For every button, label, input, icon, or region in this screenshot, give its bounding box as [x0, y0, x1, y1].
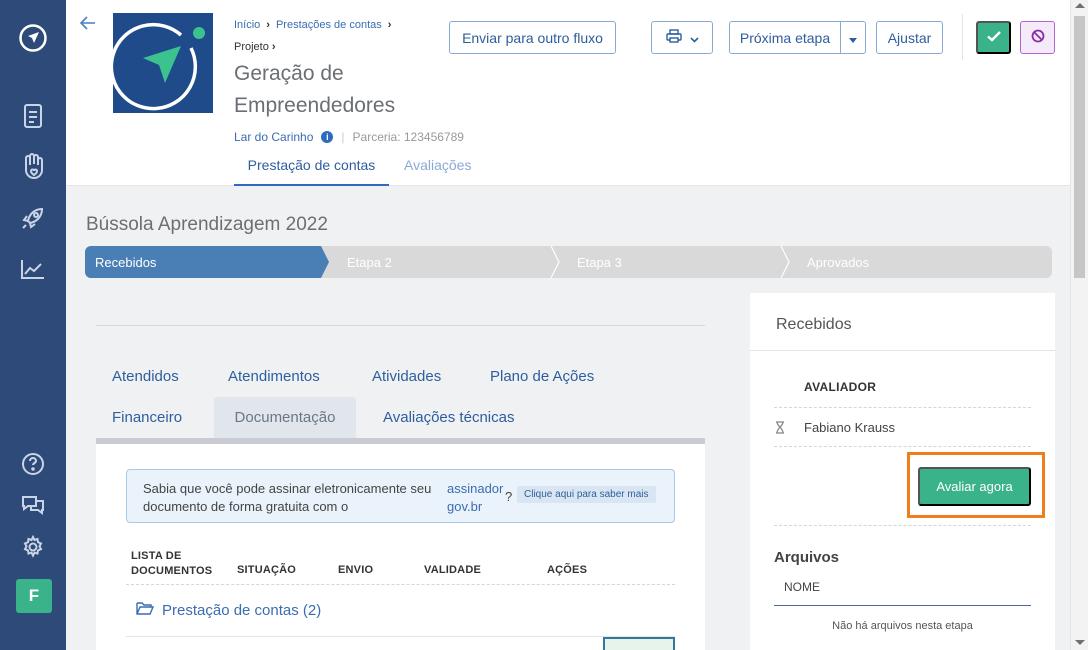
- hand-heart-icon[interactable]: [16, 150, 50, 184]
- files-header-line: [774, 605, 1031, 606]
- avatar[interactable]: F: [16, 579, 52, 613]
- tab-prestacao-de-contas[interactable]: Prestação de contas: [234, 157, 389, 186]
- tab-atendimentos[interactable]: Atendimentos: [228, 368, 320, 385]
- col-envio: ENVIO: [338, 564, 374, 576]
- breadcrumb: Início › Prestações de contas ›: [234, 19, 391, 31]
- panel-divider: [750, 350, 1055, 351]
- scroll-thumb[interactable]: [1074, 16, 1085, 278]
- chart-line-icon[interactable]: [16, 252, 50, 286]
- files-empty-message: Não há arquivos nesta etapa: [832, 620, 973, 632]
- notice-text: Sabia que você pode assinar eletronicame…: [143, 481, 432, 514]
- learn-more-button[interactable]: Clique aqui para saber mais: [517, 486, 656, 503]
- col-lista-documentos: LISTA DE DOCUMENTOS: [131, 550, 213, 577]
- chevron-right-icon: ›: [387, 19, 392, 31]
- evaluator-name: Fabiano Krauss: [804, 420, 896, 435]
- step-aprovados[interactable]: Aprovados: [807, 246, 869, 278]
- signature-notice: Sabia que você pode assinar eletronicame…: [126, 469, 675, 523]
- breadcrumb-home[interactable]: Início: [234, 19, 260, 31]
- breadcrumb-prestacoes[interactable]: Prestações de contas: [276, 19, 382, 31]
- help-icon[interactable]: [16, 447, 50, 481]
- back-arrow-icon[interactable]: [79, 14, 96, 35]
- govbr-link[interactable]: assinador gov.br: [447, 480, 511, 516]
- check-icon: [986, 30, 1001, 45]
- col-situacao: SITUAÇÃO: [237, 564, 297, 576]
- tab-financeiro[interactable]: Financeiro: [112, 409, 182, 426]
- section-title: Bússola Aprendizagem 2022: [86, 214, 328, 235]
- evaluate-now-button[interactable]: Avaliar agora: [918, 467, 1031, 506]
- stage-stepper: Recebidos Etapa 2 Etapa 3 Aprovados: [85, 246, 1052, 278]
- notice-question: ?: [505, 489, 513, 504]
- content-divider: [96, 325, 705, 326]
- table-row-line: [126, 636, 675, 637]
- meta-divider: |: [341, 130, 345, 144]
- evaluator-row-line: [774, 446, 1031, 447]
- send-to-flow-button[interactable]: Enviar para outro fluxo: [449, 21, 616, 54]
- tab-atividades[interactable]: Atividades: [372, 368, 441, 385]
- evaluator-section-line: [774, 525, 1031, 526]
- settings-icon[interactable]: [16, 530, 50, 564]
- evaluator-header: AVALIADOR: [804, 380, 877, 394]
- step-recebidos[interactable]: Recebidos: [95, 246, 156, 278]
- sidebar: F: [0, 0, 66, 650]
- chat-icon[interactable]: [16, 488, 50, 522]
- chevron-down-icon: [689, 30, 699, 46]
- table-header-line: [126, 584, 675, 585]
- scroll-up-icon[interactable]: [1075, 3, 1085, 8]
- tab-documentacao[interactable]: Documentação: [214, 397, 356, 438]
- panel-title: Recebidos: [776, 316, 852, 333]
- page-title: Geração de Empreendedores: [234, 62, 396, 117]
- step-etapa-2[interactable]: Etapa 2: [347, 246, 392, 278]
- folder-open-icon: [136, 601, 155, 619]
- print-button[interactable]: [651, 21, 713, 54]
- files-col-name: NOME: [784, 580, 820, 594]
- partnership-label: Parceria: 123456789: [352, 130, 464, 144]
- project-logo: [113, 13, 213, 113]
- printer-icon: [665, 29, 682, 46]
- stepper-shape: [85, 246, 1052, 278]
- step-etapa-3[interactable]: Etapa 3: [577, 246, 622, 278]
- breadcrumb-sub: Projeto ›: [234, 41, 276, 53]
- chevron-right-icon: ›: [266, 19, 270, 31]
- app-logo-icon[interactable]: [16, 21, 50, 55]
- info-icon[interactable]: i: [321, 131, 334, 143]
- next-stage-dropdown[interactable]: [840, 21, 866, 54]
- chevron-right-icon: ›: [271, 41, 276, 53]
- breadcrumb-project[interactable]: Projeto: [234, 41, 269, 53]
- cancel-button[interactable]: [1020, 21, 1055, 54]
- col-acoes: AÇÕES: [547, 564, 588, 576]
- next-stage-button[interactable]: Próxima etapa: [729, 21, 841, 54]
- tab-atendidos[interactable]: Atendidos: [112, 368, 179, 385]
- folder-row[interactable]: Prestação de contas (2): [136, 601, 321, 619]
- ban-icon: [1031, 29, 1045, 46]
- tab-avaliacoes-tecnicas[interactable]: Avaliações técnicas: [383, 409, 514, 426]
- folder-label: Prestação de contas (2): [162, 601, 322, 619]
- organization-link[interactable]: Lar do Carinho: [234, 130, 313, 144]
- scroll-down-icon[interactable]: [1075, 640, 1085, 645]
- document-icon[interactable]: [16, 99, 50, 133]
- col-validade: VALIDADE: [424, 564, 482, 576]
- adjust-button[interactable]: Ajustar: [876, 21, 943, 54]
- tab-plano-de-acoes[interactable]: Plano de Ações: [490, 368, 594, 385]
- hourglass-icon: [775, 421, 785, 439]
- files-title: Arquivos: [774, 549, 840, 566]
- row-action-cell[interactable]: [603, 637, 675, 650]
- caret-down-icon: [849, 30, 857, 46]
- header-divider: [962, 14, 963, 60]
- project-meta: Lar do Carinho i | Parceria: 123456789: [234, 130, 464, 144]
- rocket-icon[interactable]: [16, 201, 50, 235]
- project-header: Início › Prestações de contas › Projeto …: [66, 0, 1070, 186]
- approve-button[interactable]: [976, 21, 1011, 54]
- page-scrollbar[interactable]: [1070, 0, 1088, 650]
- tab-avaliacoes[interactable]: Avaliações: [404, 157, 471, 173]
- evaluator-header-line: [774, 407, 1031, 408]
